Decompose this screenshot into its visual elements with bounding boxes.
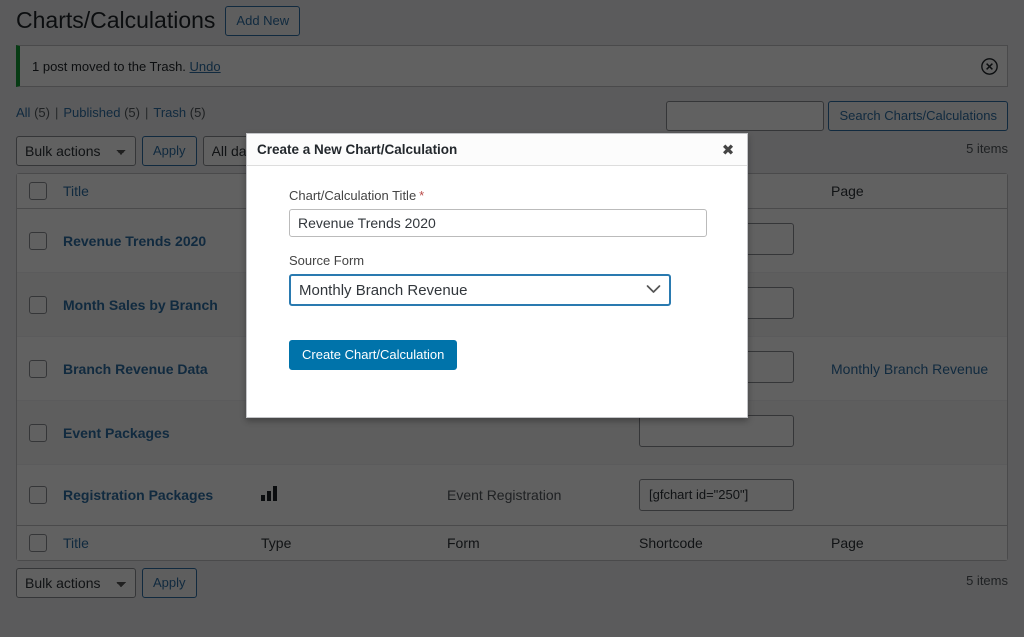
dismiss-circle-icon[interactable] [979, 56, 999, 76]
footer-shortcode: Shortcode [629, 525, 821, 560]
row-title-link[interactable]: Revenue Trends 2020 [63, 233, 206, 249]
view-separator-2: | [144, 105, 149, 120]
table-row: Registration Packages Event Registration [17, 464, 1007, 525]
row-checkbox-cell [17, 464, 53, 525]
chart-title-field: Chart/Calculation Title * [289, 188, 707, 237]
search-input[interactable] [666, 101, 825, 131]
shortcode-box[interactable] [639, 415, 794, 447]
close-icon[interactable]: ✖ [719, 141, 737, 159]
row-page-cell [821, 272, 1007, 336]
items-count-bottom: 5 items [966, 573, 1008, 588]
view-published-link[interactable]: Published [63, 105, 120, 120]
create-chart-modal: Create a New Chart/Calculation ✖ Chart/C… [246, 133, 748, 418]
modal-header: Create a New Chart/Calculation ✖ [247, 134, 747, 166]
chart-title-label: Chart/Calculation Title * [289, 188, 705, 203]
source-form-select-wrap: Monthly Branch Revenue [289, 274, 671, 306]
row-checkbox-cell [17, 272, 53, 336]
select-all-footer-header [17, 525, 53, 560]
header-page-label: Page [831, 183, 864, 199]
view-published-count: (5) [124, 105, 140, 120]
row-checkbox-cell [17, 400, 53, 464]
row-checkbox[interactable] [29, 423, 47, 442]
row-page-cell: Monthly Branch Revenue [821, 336, 1007, 400]
row-shortcode-cell: [gfchart id="250"] [629, 464, 821, 525]
row-title-link[interactable]: Registration Packages [63, 487, 213, 503]
table-foot: Title Type Form Shortcode Page [17, 525, 1007, 560]
view-trash-link[interactable]: Trash [153, 105, 186, 120]
row-page-link[interactable]: Monthly Branch Revenue [831, 361, 988, 377]
row-checkbox[interactable] [29, 359, 47, 378]
page-header: Charts/Calculations Add New [16, 0, 1008, 40]
view-separator-1: | [54, 105, 59, 120]
row-title-link[interactable]: Month Sales by Branch [63, 297, 218, 313]
view-trash[interactable]: Trash (5) [153, 105, 205, 120]
source-form-field: Source Form Monthly Branch Revenue [289, 253, 705, 306]
row-checkbox[interactable] [29, 231, 47, 250]
add-new-button[interactable]: Add New [225, 6, 301, 36]
header-page: Page [821, 174, 1007, 209]
row-title-cell: Branch Revenue Data [53, 336, 251, 400]
notice-message: 1 post moved to the Trash. [32, 58, 186, 74]
header-title[interactable]: Title [53, 174, 251, 209]
trash-notice: 1 post moved to the Trash. Undo [16, 45, 1008, 87]
footer-type-label: Type [261, 535, 292, 551]
footer-shortcode-label: Shortcode [639, 535, 703, 551]
view-published[interactable]: Published (5) [63, 105, 140, 120]
bulk-actions-select-bottom[interactable]: Bulk actions [16, 568, 136, 598]
row-checkbox-cell [17, 209, 53, 272]
row-page-cell [821, 400, 1007, 464]
page-title: Charts/Calculations [16, 7, 216, 34]
notice-text: 1 post moved to the Trash. Undo [32, 59, 221, 74]
row-checkbox-cell [17, 336, 53, 400]
row-form-cell: Event Registration [437, 464, 629, 525]
row-title-link[interactable]: Event Packages [63, 425, 170, 441]
view-all[interactable]: All (5) [16, 105, 50, 120]
view-trash-count: (5) [189, 105, 206, 120]
select-all-checkbox-bottom[interactable] [29, 534, 47, 552]
row-title-cell: Registration Packages [53, 464, 251, 525]
row-title-cell: Month Sales by Branch [53, 272, 251, 336]
view-all-count: (5) [34, 105, 50, 120]
shortcode-box[interactable]: [gfchart id="250"] [639, 479, 794, 511]
chart-title-input[interactable] [289, 209, 707, 237]
footer-page-label: Page [831, 535, 864, 551]
required-marker: * [419, 188, 425, 203]
table-footer-row: Title Type Form Shortcode Page [17, 525, 1007, 560]
row-title-cell: Revenue Trends 2020 [53, 209, 251, 272]
footer-form-label: Form [447, 535, 480, 551]
row-title-cell: Event Packages [53, 400, 251, 464]
apply-button-top[interactable]: Apply [142, 136, 197, 166]
footer-page: Page [821, 525, 1007, 560]
footer-type: Type [251, 525, 437, 560]
view-all-link[interactable]: All [16, 105, 30, 120]
bulk-actions-select-top[interactable]: Bulk actions [16, 136, 136, 166]
row-title-link[interactable]: Branch Revenue Data [63, 361, 208, 377]
row-page-cell [821, 464, 1007, 525]
views-list: All (5) | Published (5) | Trash (5) [16, 105, 206, 120]
tablenav-bottom: Bulk actions Apply 5 items [16, 567, 1008, 599]
items-count-top: 5 items [966, 141, 1008, 156]
header-title-link[interactable]: Title [63, 183, 89, 199]
row-type-cell [251, 464, 437, 525]
source-form-label: Source Form [289, 253, 365, 268]
footer-title-link[interactable]: Title [63, 535, 89, 551]
footer-title[interactable]: Title [53, 525, 251, 560]
chart-title-label-text: Chart/Calculation Title [289, 188, 417, 203]
apply-button-bottom[interactable]: Apply [142, 568, 197, 598]
search-box: Search Charts/Calculations [666, 101, 1008, 131]
modal-title: Create a New Chart/Calculation [257, 141, 458, 157]
select-all-header [17, 174, 53, 209]
modal-body: Chart/Calculation Title* Source Form Mon… [247, 166, 747, 370]
bar-chart-icon [261, 486, 278, 504]
row-checkbox[interactable] [29, 295, 47, 314]
search-submit-button[interactable]: Search Charts/Calculations [828, 101, 1008, 131]
footer-form: Form [437, 525, 629, 560]
select-all-checkbox-top[interactable] [29, 182, 47, 200]
row-checkbox[interactable] [29, 486, 47, 504]
views-and-search-row: All (5) | Published (5) | Trash (5) Sear… [16, 101, 1008, 131]
row-page-cell [821, 209, 1007, 272]
undo-link[interactable]: Undo [190, 59, 221, 74]
create-chart-button[interactable]: Create Chart/Calculation [289, 340, 458, 370]
source-form-select[interactable]: Monthly Branch Revenue [289, 274, 671, 306]
